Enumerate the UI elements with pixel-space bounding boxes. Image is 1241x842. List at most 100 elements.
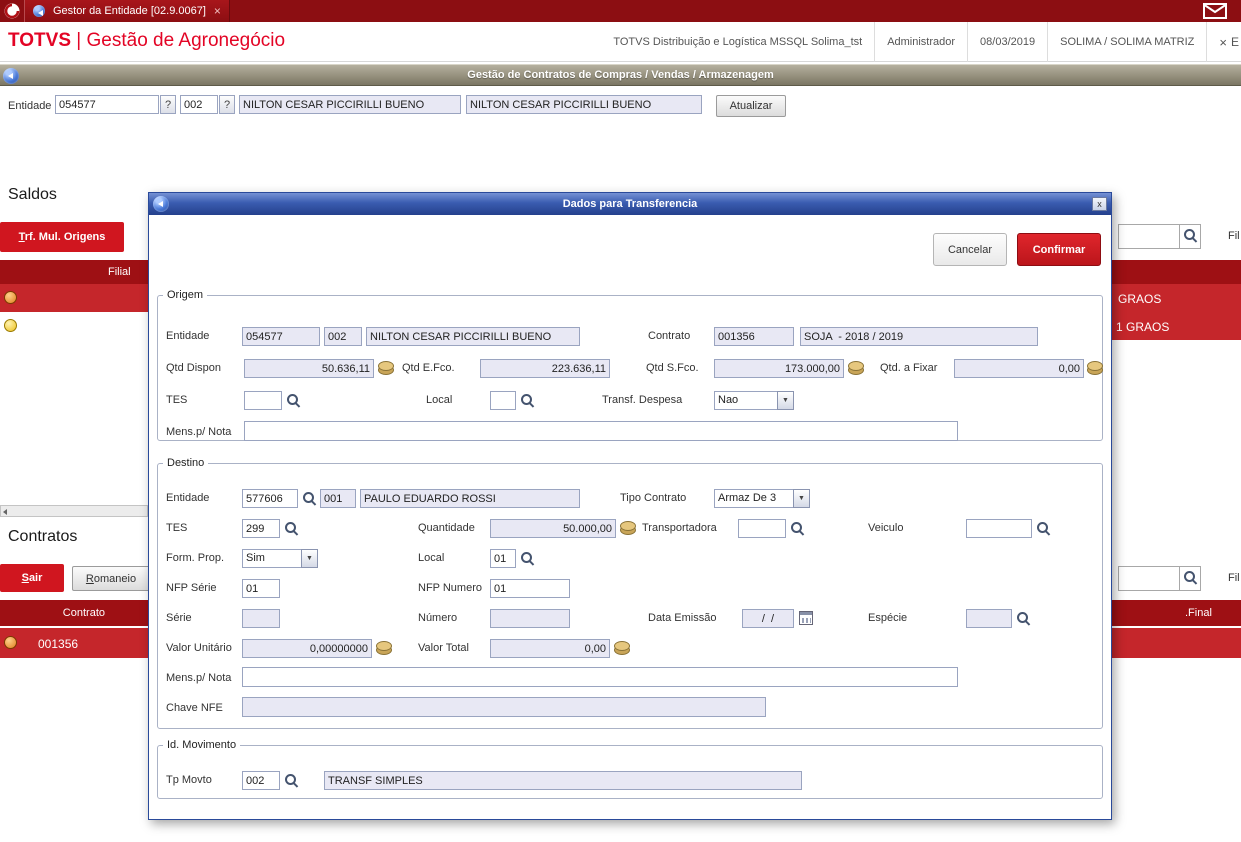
contratos-filter-input[interactable]: [1118, 566, 1180, 591]
valor-total-input[interactable]: [490, 639, 610, 658]
origem-local-input[interactable]: [490, 391, 516, 410]
transfer-dialog-titlebar[interactable]: Dados para Transferencia x: [149, 193, 1111, 215]
cancelar-button[interactable]: Cancelar: [933, 233, 1007, 266]
money-icon[interactable]: [848, 361, 864, 375]
valor-unitario-input[interactable]: [242, 639, 372, 658]
origem-tes-input[interactable]: [244, 391, 282, 410]
lookup-icon[interactable]: [286, 393, 301, 408]
destino-loja-input[interactable]: [320, 489, 356, 508]
saldos-row-2-left[interactable]: [0, 312, 148, 340]
tab-close-icon[interactable]: ×: [214, 5, 221, 17]
tp-movto-desc-input[interactable]: [324, 771, 802, 790]
money-icon[interactable]: [376, 641, 392, 655]
entidade-store-help-button[interactable]: ?: [219, 95, 235, 114]
search-icon: [1183, 570, 1198, 585]
trf-mul-origens-button[interactable]: Trf. Mul. Origens: [0, 222, 124, 252]
mail-icon[interactable]: [1203, 3, 1227, 24]
destino-local-label: Local: [418, 552, 445, 564]
numero-label: Número: [418, 612, 458, 624]
saldos-row2-product: 1 GRAOS: [1116, 320, 1170, 334]
titlebar: Gestor da Entidade [02.9.0067] ×: [0, 0, 1241, 22]
lookup-icon[interactable]: [284, 773, 299, 788]
origem-entidade-input[interactable]: [242, 327, 320, 346]
origem-mens-input[interactable]: [244, 421, 958, 441]
money-icon[interactable]: [614, 641, 630, 655]
chevron-down-icon[interactable]: ▼: [301, 549, 318, 568]
movimento-legend: Id. Movimento: [167, 739, 237, 751]
atualizar-button[interactable]: Atualizar: [716, 95, 786, 117]
entidade-name2-input[interactable]: [466, 95, 702, 114]
entidade-name-input[interactable]: [239, 95, 461, 114]
money-icon[interactable]: [620, 521, 636, 535]
header: TOTVS | Gestão de Agronegócio TOTVS Dist…: [0, 22, 1241, 62]
origem-contrato-desc-input[interactable]: [800, 327, 1038, 346]
money-icon[interactable]: [378, 361, 394, 375]
money-icon[interactable]: [1087, 361, 1103, 375]
scroll-left-icon: [3, 509, 7, 515]
transportadora-input[interactable]: [738, 519, 786, 538]
numero-input[interactable]: [490, 609, 570, 628]
lookup-icon[interactable]: [302, 491, 317, 506]
saldos-hscrollbar[interactable]: [0, 505, 148, 517]
screen: Gestor da Entidade [02.9.0067] × TOTVS |…: [0, 0, 1241, 842]
origem-loja-input[interactable]: [324, 327, 362, 346]
company-label: SOLIMA / SOLIMA MATRIZ: [1060, 36, 1195, 48]
close-session-label[interactable]: E: [1231, 35, 1241, 49]
lookup-icon[interactable]: [790, 521, 805, 536]
saldos-search-button[interactable]: [1179, 224, 1201, 249]
lookup-icon[interactable]: [1036, 521, 1051, 536]
origem-nome-input[interactable]: [366, 327, 580, 346]
chevron-down-icon[interactable]: ▼: [793, 489, 810, 508]
lookup-icon[interactable]: [1016, 611, 1031, 626]
data-emissao-label: Data Emissão: [648, 612, 717, 624]
destino-entidade-input[interactable]: [242, 489, 298, 508]
qtd-efco-input[interactable]: [480, 359, 610, 378]
tp-movto-input[interactable]: [242, 771, 280, 790]
chave-nfe-label: Chave NFE: [166, 702, 223, 714]
saldos-row-2-right[interactable]: 1 GRAOS: [1112, 312, 1241, 340]
origem-group: Origem Entidade Contrato Qtd Dispon Qtd …: [157, 289, 1103, 441]
destino-tes-input[interactable]: [242, 519, 280, 538]
brand-name: TOTVS: [8, 30, 71, 51]
qtd-sfco-input[interactable]: [714, 359, 844, 378]
chave-nfe-input[interactable]: [242, 697, 766, 717]
quantidade-input[interactable]: [490, 519, 616, 538]
serie-input[interactable]: [242, 609, 280, 628]
destino-mens-label: Mens.p/ Nota: [166, 672, 232, 684]
transf-despesa-combo[interactable]: Nao: [714, 391, 778, 410]
qtd-dispon-input[interactable]: [244, 359, 374, 378]
nfp-numero-input[interactable]: [490, 579, 570, 598]
qtd-fixar-input[interactable]: [954, 359, 1084, 378]
lookup-icon[interactable]: [520, 551, 535, 566]
destino-nome-input[interactable]: [360, 489, 580, 508]
entidade-code-input[interactable]: [55, 95, 159, 114]
transf-despesa-label: Transf. Despesa: [602, 394, 683, 406]
entidade-store-input[interactable]: [180, 95, 218, 114]
tipo-contrato-combo[interactable]: Armaz De 3: [714, 489, 794, 508]
sair-button[interactable]: Sair: [0, 564, 64, 592]
brand-sep: |: [76, 30, 82, 51]
origem-local-label: Local: [426, 394, 453, 406]
confirmar-button[interactable]: Confirmar: [1017, 233, 1101, 266]
chevron-down-icon[interactable]: ▼: [777, 391, 794, 410]
veiculo-input[interactable]: [966, 519, 1032, 538]
dialog-close-icon[interactable]: x: [1092, 197, 1107, 211]
entidade-code-help-button[interactable]: ?: [160, 95, 176, 114]
data-emissao-input[interactable]: [742, 609, 794, 628]
close-session-icon[interactable]: ×: [1207, 35, 1231, 50]
calendar-icon[interactable]: [799, 611, 813, 625]
module-icon: [3, 68, 19, 84]
especie-input[interactable]: [966, 609, 1012, 628]
form-prop-combo[interactable]: Sim: [242, 549, 302, 568]
romaneio-button[interactable]: Romaneio: [72, 566, 150, 591]
destino-local-input[interactable]: [490, 549, 516, 568]
destino-mens-input[interactable]: [242, 667, 958, 687]
lookup-icon[interactable]: [284, 521, 299, 536]
saldos-filter-input[interactable]: [1118, 224, 1180, 249]
lookup-icon[interactable]: [520, 393, 535, 408]
contratos-search-button[interactable]: [1179, 566, 1201, 591]
tab-gestor-entidade[interactable]: Gestor da Entidade [02.9.0067] ×: [24, 0, 230, 22]
user-label: Administrador: [887, 36, 956, 48]
origem-contrato-input[interactable]: [714, 327, 794, 346]
nfp-serie-input[interactable]: [242, 579, 280, 598]
